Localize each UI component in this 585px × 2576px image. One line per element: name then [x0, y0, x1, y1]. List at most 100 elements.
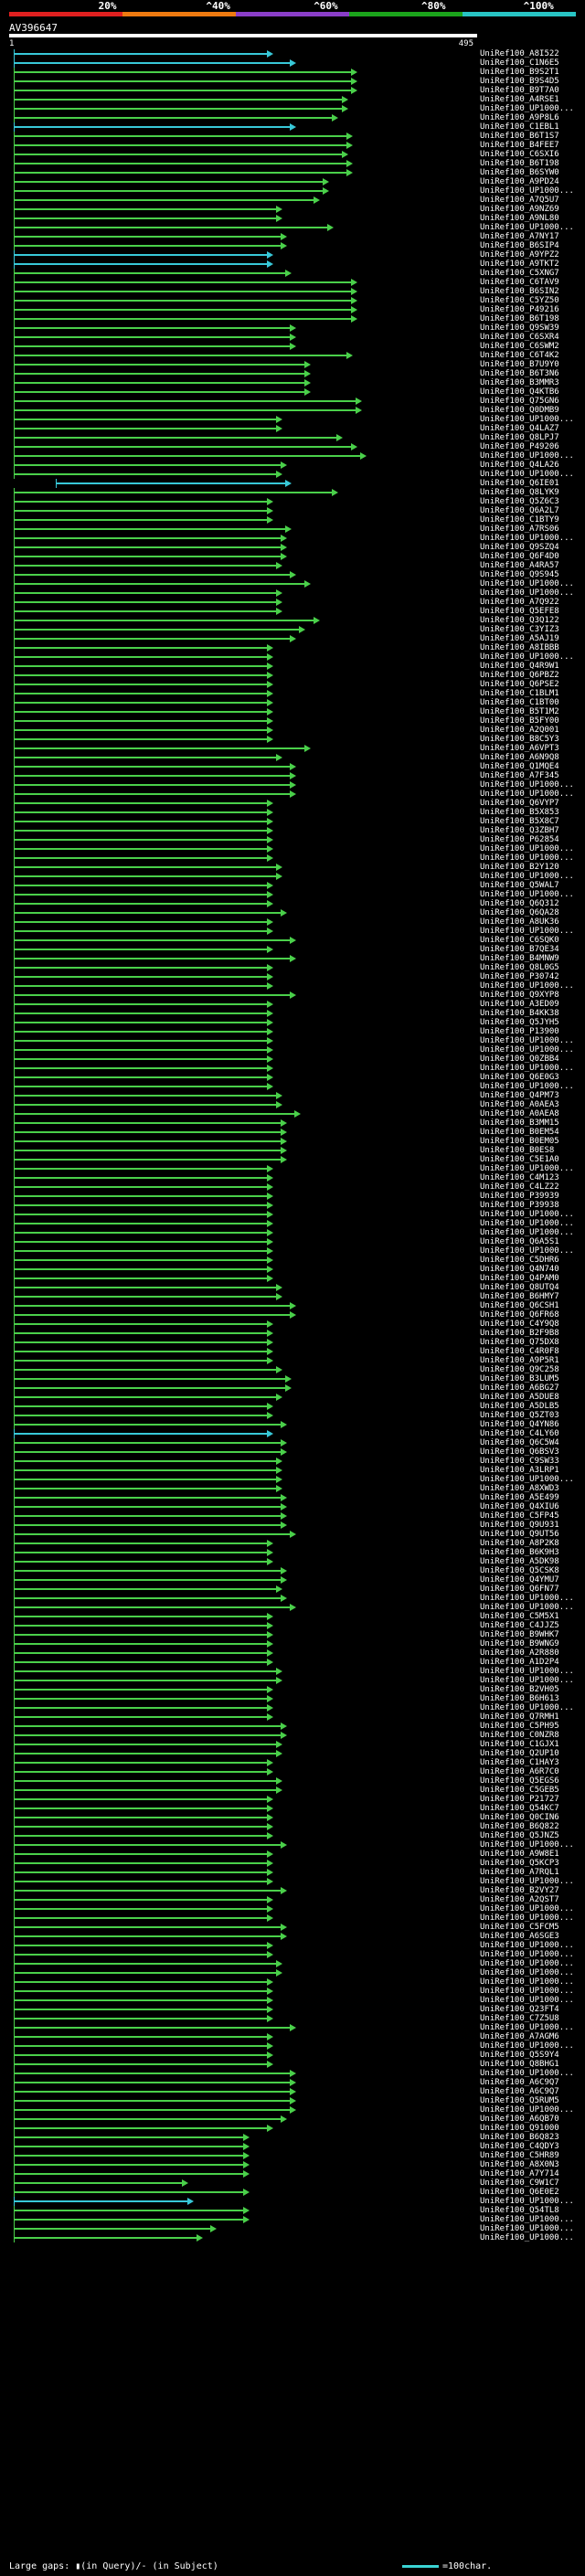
hit-row[interactable]: UniRef100_UP1000...: [0, 1950, 585, 1959]
hit-row[interactable]: UniRef100_P13900: [0, 1027, 585, 1036]
hit-name-link[interactable]: UniRef100_UP1000...: [480, 1904, 574, 1913]
hit-row[interactable]: UniRef100_A9NZ69: [0, 205, 585, 214]
hit-row[interactable]: UniRef100_A6BG27: [0, 1383, 585, 1393]
hit-name-link[interactable]: UniRef100_A7RS06: [480, 525, 559, 534]
hit-row[interactable]: UniRef100_C5GEB5: [0, 1786, 585, 1795]
hit-name-link[interactable]: UniRef100_UP1000...: [480, 1977, 574, 1987]
hit-row[interactable]: UniRef100_Q6F4D0: [0, 552, 585, 561]
hit-row[interactable]: UniRef100_A8X0N3: [0, 2160, 585, 2169]
hit-name-link[interactable]: UniRef100_A6QB70: [480, 2115, 559, 2124]
hit-name-link[interactable]: UniRef100_A6SGE3: [480, 1932, 559, 1941]
hit-name-link[interactable]: UniRef100_A9P5R1: [480, 1356, 559, 1365]
hit-name-link[interactable]: UniRef100_Q6QA28: [480, 908, 559, 917]
hit-row[interactable]: UniRef100_Q4R9W1: [0, 662, 585, 671]
hit-name-link[interactable]: UniRef100_A5E499: [480, 1493, 559, 1502]
hit-row[interactable]: UniRef100_A5DUE8: [0, 1393, 585, 1402]
hit-row[interactable]: UniRef100_UP1000...: [0, 2224, 585, 2233]
hit-row[interactable]: UniRef100_A7AGM6: [0, 2032, 585, 2041]
hit-row[interactable]: UniRef100_A8IBBB: [0, 643, 585, 652]
hit-name-link[interactable]: UniRef100_Q5WAL7: [480, 881, 559, 890]
hit-name-link[interactable]: UniRef100_Q6IE01: [480, 479, 559, 488]
hit-name-link[interactable]: UniRef100_B9WHK7: [480, 1630, 559, 1639]
hit-row[interactable]: UniRef100_B7U9Y0: [0, 360, 585, 369]
hit-name-link[interactable]: UniRef100_A7RQL1: [480, 1868, 559, 1877]
hit-row[interactable]: UniRef100_A2R880: [0, 1648, 585, 1658]
hit-row[interactable]: UniRef100_UP1000...: [0, 104, 585, 113]
hit-row[interactable]: UniRef100_Q0ZBB4: [0, 1055, 585, 1064]
hit-name-link[interactable]: UniRef100_Q23FT4: [480, 2005, 559, 2014]
hit-name-link[interactable]: UniRef100_Q9U931: [480, 1521, 559, 1530]
hit-name-link[interactable]: UniRef100_Q0CIN6: [480, 1813, 559, 1822]
hit-name-link[interactable]: UniRef100_UP1000...: [480, 186, 574, 196]
hit-name-link[interactable]: UniRef100_Q4YMU7: [480, 1575, 559, 1585]
hit-row[interactable]: UniRef100_C4Y9Q8: [0, 1320, 585, 1329]
hit-row[interactable]: UniRef100_Q75GN6: [0, 397, 585, 406]
hit-name-link[interactable]: UniRef100_B5X853: [480, 808, 559, 817]
hit-name-link[interactable]: UniRef100_A6R7C0: [480, 1767, 559, 1776]
hit-name-link[interactable]: UniRef100_Q9SW39: [480, 323, 559, 333]
hit-name-link[interactable]: UniRef100_Q3Q122: [480, 616, 559, 625]
hit-row[interactable]: UniRef100_Q9S945: [0, 570, 585, 579]
hit-name-link[interactable]: UniRef100_A5AJ19: [480, 634, 559, 643]
hit-name-link[interactable]: UniRef100_B2VH05: [480, 1685, 559, 1694]
hit-name-link[interactable]: UniRef100_C4QDY3: [480, 2142, 559, 2151]
hit-name-link[interactable]: UniRef100_Q6F4D0: [480, 552, 559, 561]
hit-row[interactable]: UniRef100_UP1000...: [0, 470, 585, 479]
hit-name-link[interactable]: UniRef100_C6SXR4: [480, 333, 559, 342]
hit-name-link[interactable]: UniRef100_P49206: [480, 442, 559, 451]
hit-row[interactable]: UniRef100_A9PD24: [0, 177, 585, 186]
hit-name-link[interactable]: UniRef100_Q4PAM0: [480, 1274, 559, 1283]
hit-name-link[interactable]: UniRef100_A6C9Q7: [480, 2087, 559, 2096]
hit-name-link[interactable]: UniRef100_C1HAY3: [480, 1758, 559, 1767]
hit-name-link[interactable]: UniRef100_Q6A5S1: [480, 1237, 559, 1246]
hit-row[interactable]: UniRef100_UP1000...: [0, 186, 585, 196]
hit-name-link[interactable]: UniRef100_Q6VYP7: [480, 799, 559, 808]
hit-row[interactable]: UniRef100_UP1000...: [0, 451, 585, 461]
hit-name-link[interactable]: UniRef100_B8C5Y3: [480, 735, 559, 744]
hit-row[interactable]: UniRef100_B6Q823: [0, 2133, 585, 2142]
hit-name-link[interactable]: UniRef100_B6SYW0: [480, 168, 559, 177]
hit-name-link[interactable]: UniRef100_C5M5X1: [480, 1612, 559, 1621]
hit-row[interactable]: UniRef100_UP1000...: [0, 1987, 585, 1996]
hit-name-link[interactable]: UniRef100_A7Q5U7: [480, 196, 559, 205]
hit-name-link[interactable]: UniRef100_C5GEB5: [480, 1786, 559, 1795]
hit-row[interactable]: UniRef100_C4LZ22: [0, 1182, 585, 1192]
hit-name-link[interactable]: UniRef100_Q9XYP8: [480, 991, 559, 1000]
hit-name-link[interactable]: UniRef100_C1EBL1: [480, 122, 559, 132]
hit-row[interactable]: UniRef100_B6SYW0: [0, 168, 585, 177]
hit-row[interactable]: UniRef100_UP1000...: [0, 534, 585, 543]
hit-name-link[interactable]: UniRef100_A8P2K8: [480, 1539, 559, 1548]
hit-row[interactable]: UniRef100_UP1000...: [0, 1840, 585, 1850]
hit-name-link[interactable]: UniRef100_C3YIZ3: [480, 625, 559, 634]
hit-row[interactable]: UniRef100_Q6E0E2: [0, 2188, 585, 2197]
hit-row[interactable]: UniRef100_C5HR89: [0, 2151, 585, 2160]
hit-row[interactable]: UniRef100_UP1000...: [0, 1246, 585, 1256]
hit-name-link[interactable]: UniRef100_C5YZ50: [480, 296, 559, 305]
hit-row[interactable]: UniRef100_A9TKT2: [0, 260, 585, 269]
hit-row[interactable]: UniRef100_B3MM15: [0, 1118, 585, 1128]
hit-row[interactable]: UniRef100_Q6A5S1: [0, 1237, 585, 1246]
hit-row[interactable]: UniRef100_UP1000...: [0, 1877, 585, 1886]
hit-name-link[interactable]: UniRef100_Q3ZBH7: [480, 826, 559, 835]
hit-name-link[interactable]: UniRef100_A7F345: [480, 771, 559, 780]
hit-row[interactable]: UniRef100_A9NL80: [0, 214, 585, 223]
hit-name-link[interactable]: UniRef100_B9T7A0: [480, 86, 559, 95]
hit-row[interactable]: UniRef100_B5X853: [0, 808, 585, 817]
hit-name-link[interactable]: UniRef100_Q5S9Y4: [480, 2051, 559, 2060]
hit-name-link[interactable]: UniRef100_Q5CSK8: [480, 1566, 559, 1575]
hit-name-link[interactable]: UniRef100_UP1000...: [480, 1703, 574, 1712]
hit-row[interactable]: UniRef100_A0AEA3: [0, 1100, 585, 1109]
hit-name-link[interactable]: UniRef100_A7NY17: [480, 232, 559, 241]
hit-row[interactable]: UniRef100_Q5S9Y4: [0, 2051, 585, 2060]
hit-name-link[interactable]: UniRef100_A8XWD3: [480, 1484, 559, 1493]
hit-name-link[interactable]: UniRef100_UP1000...: [480, 451, 574, 461]
hit-name-link[interactable]: UniRef100_Q4XIU6: [480, 1502, 559, 1511]
hit-name-link[interactable]: UniRef100_C4M123: [480, 1173, 559, 1182]
hit-name-link[interactable]: UniRef100_C4LY60: [480, 1429, 559, 1438]
hit-row[interactable]: UniRef100_UP1000...: [0, 1904, 585, 1913]
hit-row[interactable]: UniRef100_C1N6E5: [0, 58, 585, 68]
hit-row[interactable]: UniRef100_Q75DX8: [0, 1338, 585, 1347]
hit-row[interactable]: UniRef100_UP1000...: [0, 1594, 585, 1603]
hit-name-link[interactable]: UniRef100_P13900: [480, 1027, 559, 1036]
hit-name-link[interactable]: UniRef100_UP1000...: [480, 1594, 574, 1603]
